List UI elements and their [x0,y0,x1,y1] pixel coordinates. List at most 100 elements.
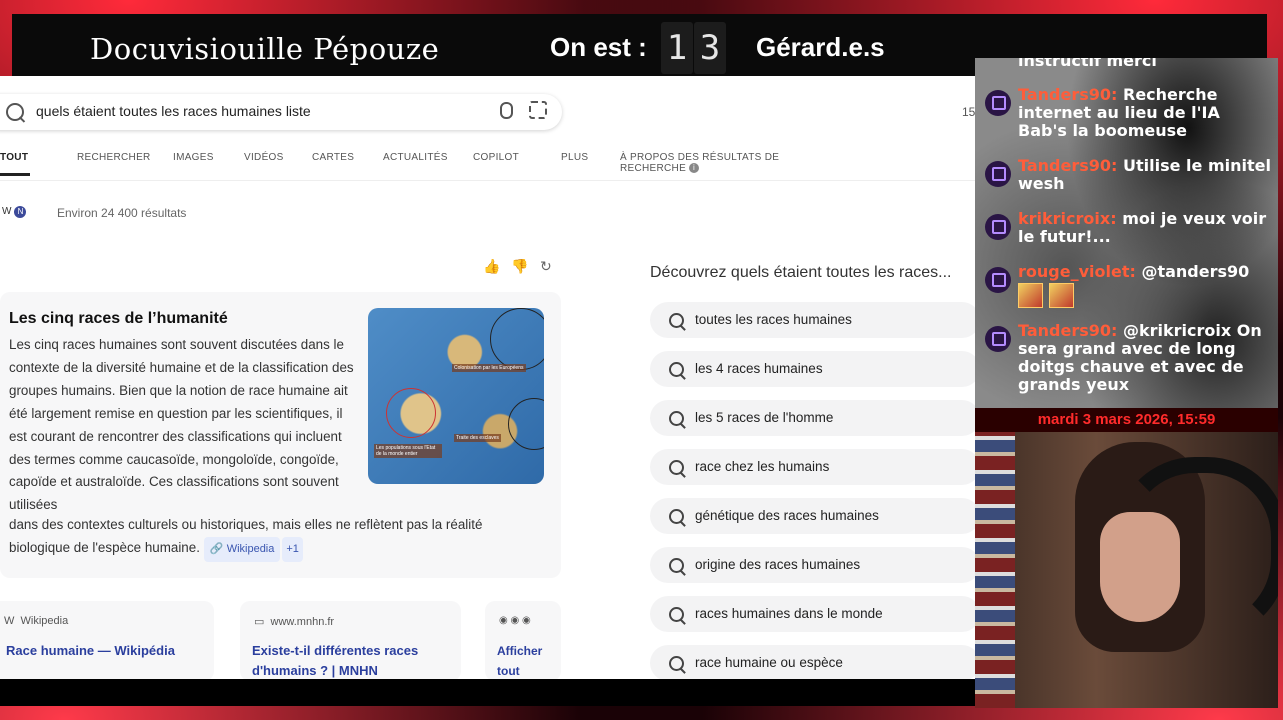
date-time: mardi 3 mars 2026, 15:59 [975,408,1278,432]
source-title[interactable]: Race humaine — Wikipédia [6,641,175,661]
suggestion-text: toutes les races humaines [695,312,852,327]
search-icon [669,411,684,426]
source-title[interactable]: Existe-t-il différentes races d'humains … [252,641,452,679]
refresh-icon[interactable]: ↻ [540,258,554,274]
search-icon [669,656,684,671]
suggestion-text: les 5 races de l'homme [695,410,834,425]
twitch-icon [985,161,1011,187]
tab-images[interactable]: IMAGES [173,152,214,163]
suggestion-text: origine des races humaines [695,557,861,572]
chat-username: rouge_violet: [1018,262,1136,281]
suggestion-text: race chez les humains [695,459,830,474]
suggestion-item[interactable]: race humaine ou espèce [650,645,975,679]
search-icon [669,460,684,475]
answer-body: Les cinq races humaines sont souvent dis… [9,337,354,513]
suggestion-item[interactable]: race chez les humains [650,449,975,485]
thumbs-up-icon[interactable]: 👍 [483,258,500,274]
chat-message: Tanders90: Utilise le minitel wesh [981,157,1271,193]
bookshelf [975,432,1015,708]
search-icon [669,313,684,328]
twitch-icon [985,326,1011,352]
thumbs-down-icon[interactable]: 👎 [511,258,528,274]
results-count: Environ 24 400 résultats [57,206,187,220]
tab-actualites[interactable]: ACTUALITÉS [383,152,448,163]
chat-username: krikricroix: [1018,209,1117,228]
map-label: Les populations sous l'Etat de la monde … [374,444,442,458]
suggestion-text: les 4 races humaines [695,361,823,376]
map-circle [386,388,436,438]
twitch-icon [985,90,1011,116]
bottom-bar [0,679,975,706]
suggestion-text: races humaines dans le monde [695,606,883,621]
viewer-label: Gérard.e.s [756,32,885,62]
badge-n: N [14,206,27,218]
chat-username: Tanders90: [1018,321,1118,340]
chat-message: Tanders90: Recherche internet au lieu de… [981,86,1271,140]
source-site-name: Wikipedia [20,615,69,627]
source-badges: WN [2,206,27,218]
tab-tout[interactable]: TOUT [0,152,28,163]
map-label: Traite des esclaves [454,434,501,442]
wikipedia-chip-label: Wikipedia [226,542,275,555]
tab-copilot[interactable]: COPILOT [473,152,519,163]
search-input[interactable]: quels étaient toutes les races humaines … [0,94,562,130]
chat-text: @tanders90 [1141,262,1250,281]
source-card-mnhn[interactable]: ▭ www.mnhn.fr Existe-t-il différentes ra… [240,601,461,679]
answer-body-tail: dans des contextes culturels ou historiq… [9,514,529,562]
browser-content: quels étaient toutes les races humaines … [0,76,975,679]
suggestion-item[interactable]: races humaines dans le monde [650,596,975,632]
search-query-text[interactable]: quels étaient toutes les races humaines … [36,103,311,119]
tab-plus[interactable]: PLUS [561,152,588,163]
tab-cartes[interactable]: CARTES [312,152,354,163]
map-image[interactable]: Colonisation par les Européens Traite de… [368,308,544,484]
source-site: ▭ www.mnhn.fr [254,616,335,628]
tab-videos[interactable]: VIDÉOS [244,152,284,163]
answer-title: Les cinq races de l’humanité [9,310,228,327]
chat-message: krikricroix: moi je veux voir le futur!.… [981,210,1271,246]
search-icon [669,607,684,622]
map-circle [508,398,544,450]
related-title: Découvrez quels étaient toutes les races… [650,264,952,281]
show-all-label[interactable]: Afficher tout [497,641,557,679]
source-site-name: www.mnhn.fr [270,616,335,628]
emote-icon [1018,283,1043,308]
wikipedia-chip[interactable]: 🔗 Wikipedia [203,536,281,562]
chat-message: instructif merci [981,58,1271,70]
source-card-wikipedia[interactable]: W Wikipedia Race humaine — Wikipédia [0,601,214,679]
suggestion-text: race humaine ou espèce [695,655,843,670]
answer-card: Les cinq races de l’humanité Les cinq ra… [0,292,561,578]
map-circle [490,308,544,370]
map-label: Colonisation par les Européens [452,364,526,372]
divider [0,180,975,181]
chat-message: rouge_violet: @tanders90 [981,263,1271,312]
tab-rechercher[interactable]: RECHERCHER [77,152,151,163]
chat-username: Tanders90: [1018,85,1118,104]
source-site: W Wikipedia [4,615,69,627]
tab-about-label: À PROPOS DES RÉSULTATS DE RECHERCHE [620,152,780,174]
more-sources-chip[interactable]: +1 [282,536,303,562]
search-icon [669,558,684,573]
emote-icon [1049,283,1074,308]
chat-username: Tanders90: [1018,156,1118,175]
headphones [1115,457,1278,639]
info-icon: i [689,163,700,174]
viewer-counter-digit: 1 [661,22,693,74]
webcam-feed [975,432,1278,708]
tab-about-results[interactable]: À PROPOS DES RÉSULTATS DE RECHERCHE i [620,152,840,174]
active-tab-indicator [0,173,30,176]
twitch-icon [985,267,1011,293]
suggestion-item[interactable]: origine des races humaines [650,547,975,583]
chat-overlay: instructif merci Tanders90: Recherche in… [975,58,1278,408]
suggestion-item[interactable]: génétique des races humaines [650,498,975,534]
suggestion-item[interactable]: toutes les races humaines [650,302,975,338]
visual-search-icon[interactable] [529,101,547,119]
suggestion-item[interactable]: les 5 races de l'homme [650,400,975,436]
microphone-icon[interactable] [500,102,513,119]
search-icon[interactable] [6,103,24,121]
suggestion-item[interactable]: les 4 races humaines [650,351,975,387]
viewer-counter-digit: 3 [694,22,726,74]
show-all-card[interactable]: ◉ ◉ ◉ Afficher tout [485,601,561,679]
viewer-counter-label: On est : [550,32,647,62]
suggestion-text: génétique des races humaines [695,508,879,523]
search-tabs: TOUT RECHERCHER IMAGES VIDÉOS CARTES ACT… [0,148,840,178]
